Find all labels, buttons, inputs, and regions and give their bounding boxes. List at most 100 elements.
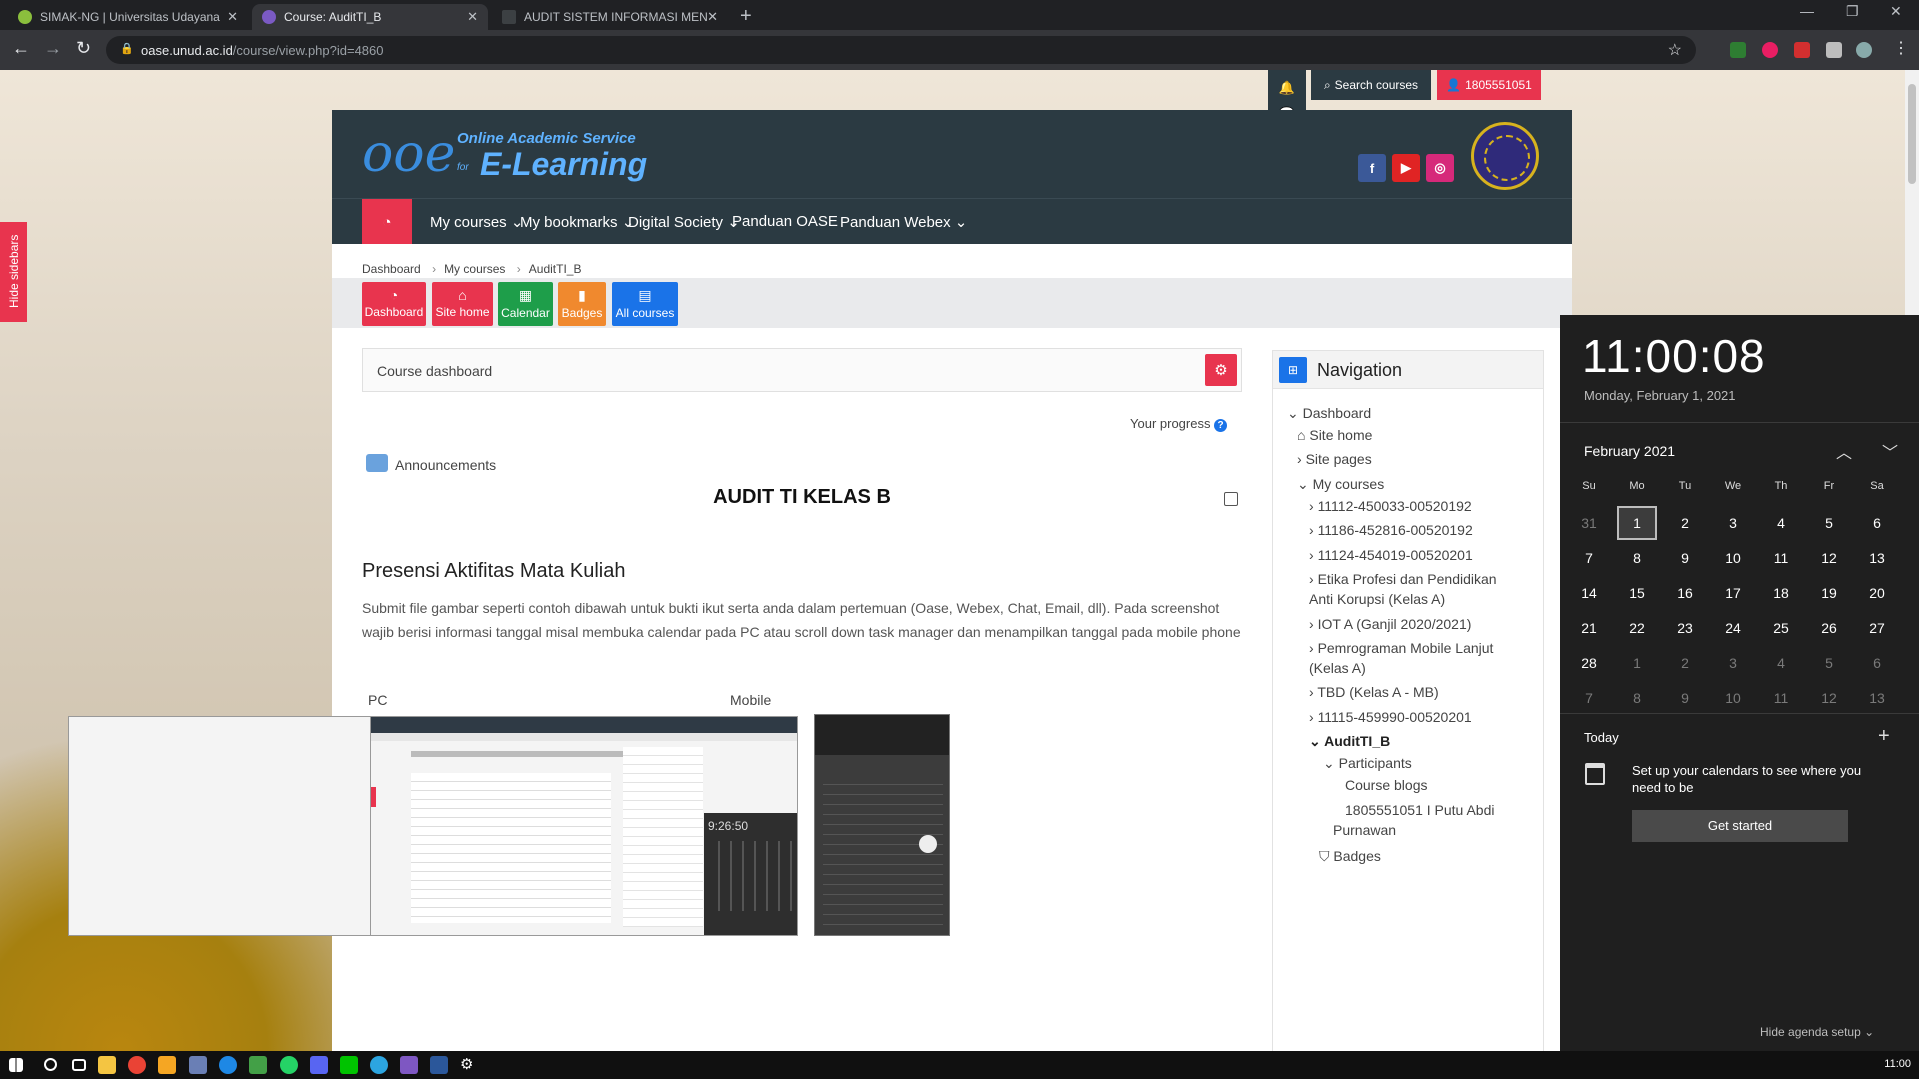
calendar-day[interactable]: 11 (1761, 681, 1801, 715)
calendar-day[interactable]: 12 (1809, 541, 1849, 575)
youtube-icon[interactable]: ▶ (1392, 154, 1420, 182)
completion-checkbox[interactable] (1224, 492, 1238, 506)
calendar-day[interactable]: 27 (1857, 611, 1897, 645)
oase-logo-icon[interactable]: ooe (362, 124, 455, 184)
calendar-day[interactable]: 11 (1761, 541, 1801, 575)
chevron-up-icon[interactable]: ︿ (1836, 439, 1852, 463)
back-icon[interactable]: ← (12, 38, 30, 59)
sublime-text-icon[interactable] (158, 1056, 176, 1074)
app-icon[interactable] (249, 1056, 267, 1074)
calendar-day[interactable]: 28 (1569, 646, 1609, 680)
tab-simak[interactable]: SIMAK-NG | Universitas Udayana ✕ (8, 4, 248, 30)
tab-course[interactable]: Course: AuditTI_B ✕ (252, 4, 488, 30)
add-event-icon[interactable]: + (1878, 725, 1890, 748)
menu-my-courses[interactable]: My courses ⌄ (430, 213, 523, 231)
month-label[interactable]: February 2021 (1584, 443, 1675, 459)
user-menu-button[interactable]: 👤 1805551051 (1437, 70, 1541, 100)
calendar-day[interactable]: 25 (1761, 611, 1801, 645)
quick-calendar-button[interactable]: ▦ Calendar (498, 282, 553, 326)
windows-start-icon[interactable] (9, 1058, 23, 1072)
calendar-day[interactable]: 3 (1713, 646, 1753, 680)
calendar-day[interactable]: 5 (1809, 646, 1849, 680)
bookmark-star-icon[interactable]: ☆ (1668, 40, 1682, 60)
nav-dashboard[interactable]: ⌄ Dashboard (1287, 405, 1371, 422)
calendar-day[interactable]: 15 (1617, 576, 1657, 610)
flyout-date[interactable]: Monday, February 1, 2021 (1584, 388, 1736, 403)
calendar-day[interactable]: 31 (1569, 506, 1609, 540)
restore-icon[interactable]: ❐ (1846, 3, 1859, 20)
calendar-day[interactable]: 7 (1569, 681, 1609, 715)
minimize-icon[interactable]: — (1800, 3, 1814, 19)
close-icon[interactable]: ✕ (467, 9, 478, 25)
file-explorer-icon[interactable] (98, 1056, 116, 1074)
calendar-day[interactable]: 2 (1665, 506, 1705, 540)
calendar-day[interactable]: 4 (1761, 646, 1801, 680)
calendar-day[interactable]: 17 (1713, 576, 1753, 610)
search-courses-button[interactable]: ⌕ Search courses (1311, 70, 1431, 100)
puzzle-extensions-icon[interactable] (1826, 42, 1842, 58)
calendar-day[interactable]: 10 (1713, 541, 1753, 575)
calendar-day[interactable]: 10 (1713, 681, 1753, 715)
hide-sidebars-button[interactable]: Hide sidebars (0, 222, 27, 322)
gear-icon[interactable]: ⚙ (1205, 354, 1237, 386)
nav-course-item[interactable]: › Pemrograman Mobile Lanjut (1309, 640, 1493, 656)
telegram-icon[interactable] (370, 1056, 388, 1074)
forward-icon[interactable]: → (44, 38, 62, 59)
calendar-day[interactable]: 13 (1857, 541, 1897, 575)
facebook-icon[interactable]: f (1358, 154, 1386, 182)
extension-icon[interactable] (1794, 42, 1810, 58)
search-icon[interactable] (44, 1058, 57, 1071)
line-icon[interactable] (340, 1056, 358, 1074)
menu-panduan-oase[interactable]: Panduan OASE (732, 213, 838, 230)
nav-site-home[interactable]: ⌂ Site home (1297, 427, 1372, 443)
close-icon[interactable]: ✕ (227, 9, 238, 25)
nav-site-pages[interactable]: › Site pages (1297, 451, 1372, 467)
breadcrumb-my-courses[interactable]: My courses (444, 262, 505, 276)
nav-course-item[interactable]: › IOT A (Ganjil 2020/2021) (1309, 616, 1471, 632)
discord-icon[interactable] (310, 1056, 328, 1074)
calendar-day[interactable]: 8 (1617, 681, 1657, 715)
nav-course-item[interactable]: › TBD (Kelas A - MB) (1309, 684, 1439, 700)
calendar-day[interactable]: 14 (1569, 576, 1609, 610)
calendar-day[interactable]: 3 (1713, 506, 1753, 540)
quick-dashboard-button[interactable]: ◔ Dashboard (362, 282, 426, 326)
get-started-button[interactable]: Get started (1632, 810, 1848, 842)
extension-icon[interactable] (1730, 42, 1746, 58)
calendar-day[interactable]: 23 (1665, 611, 1705, 645)
instagram-icon[interactable]: ◎ (1426, 154, 1454, 182)
bell-icon[interactable]: 🔔 (1268, 80, 1306, 96)
nav-course-item[interactable]: › 11124-454019-00520201 (1309, 547, 1473, 563)
calendar-day[interactable]: 22 (1617, 611, 1657, 645)
calendar-day[interactable]: 5 (1809, 506, 1849, 540)
course-dashboard-bar[interactable]: Course dashboard ⚙ (362, 348, 1242, 392)
calendar-day[interactable]: 9 (1665, 541, 1705, 575)
word-icon[interactable] (430, 1056, 448, 1074)
calendar-day[interactable]: 13 (1857, 681, 1897, 715)
nav-badges[interactable]: ⛉ Badges (1319, 848, 1381, 865)
new-tab-icon[interactable]: + (740, 5, 752, 28)
calendar-day[interactable]: 12 (1809, 681, 1849, 715)
nav-course-blogs[interactable]: Course blogs (1345, 777, 1428, 793)
app-icon[interactable] (189, 1056, 207, 1074)
nav-course-item[interactable]: › 11112-450033-00520192 (1309, 498, 1472, 514)
calendar-day[interactable]: 18 (1761, 576, 1801, 610)
calendar-day[interactable]: 7 (1569, 541, 1609, 575)
calendar-day[interactable]: 9 (1665, 681, 1705, 715)
task-view-icon[interactable] (72, 1059, 86, 1071)
calendar-day[interactable]: 16 (1665, 576, 1705, 610)
calendar-day[interactable]: 4 (1761, 506, 1801, 540)
chevron-down-icon[interactable]: ﹀ (1882, 439, 1898, 463)
reload-icon[interactable]: ↻ (76, 38, 91, 59)
chrome-icon[interactable] (128, 1056, 146, 1074)
nav-participants[interactable]: ⌄ Participants (1323, 755, 1412, 772)
help-icon[interactable]: ? (1214, 419, 1228, 432)
calendar-day[interactable]: 6 (1857, 506, 1897, 540)
app-icon[interactable] (400, 1056, 418, 1074)
announcements-link[interactable]: Announcements (395, 457, 496, 473)
tab-audit[interactable]: AUDIT SISTEM INFORMASI MEN ✕ (492, 4, 728, 30)
nav-course-item[interactable]: › Etika Profesi dan Pendidikan (1309, 571, 1497, 587)
taskbar-clock[interactable]: 11:00 (1884, 1058, 1911, 1070)
url-input[interactable]: 🔒 oase.unud.ac.id/course/view.php?id=486… (106, 36, 1696, 64)
quick-all-courses-button[interactable]: ▤ All courses (612, 282, 678, 326)
calendar-day[interactable]: 1 (1617, 506, 1657, 540)
